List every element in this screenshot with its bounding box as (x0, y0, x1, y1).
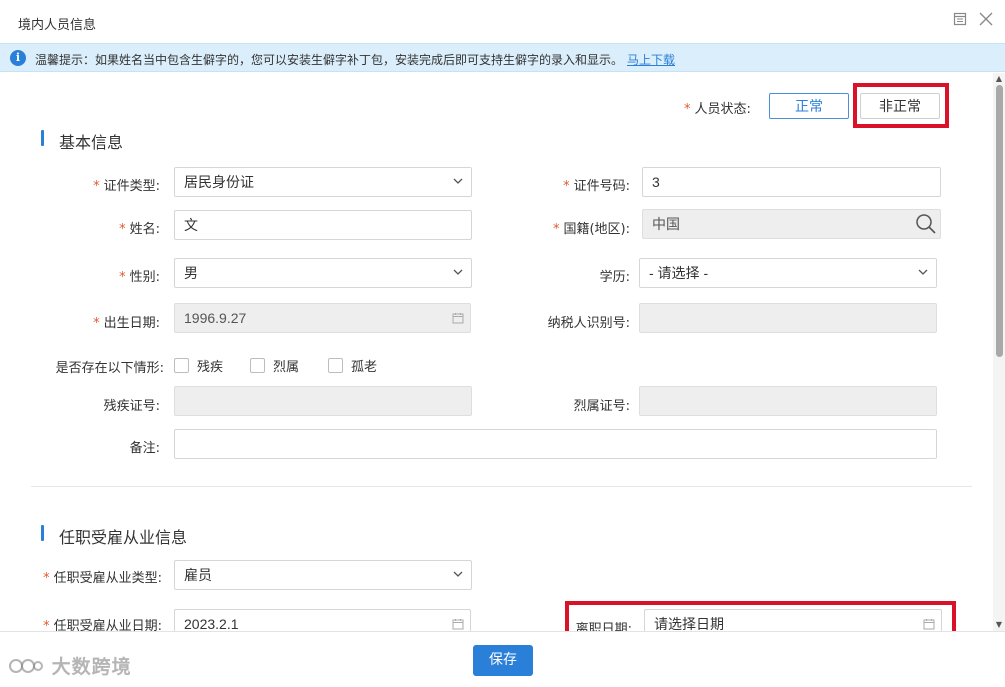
checkbox-lonely-elderly[interactable]: 孤老 (328, 356, 377, 375)
checkbox-box[interactable] (250, 358, 265, 373)
search-icon[interactable] (914, 212, 938, 236)
form-content: * 人员状态: 正常 非正常 基本信息 * 证件类型: 居民身份证 * 证件号码: 3… (0, 73, 993, 631)
employment-date-label: * 任职受雇从业日期: (20, 615, 162, 631)
checkbox-disability[interactable]: 残疾 (174, 356, 223, 375)
watermark-icon (9, 659, 43, 673)
employment-type-select[interactable]: 雇员 (174, 560, 472, 590)
status-abnormal-button[interactable]: 非正常 (860, 93, 940, 119)
close-icon[interactable] (978, 12, 994, 28)
id-type-select[interactable]: 居民身份证 (174, 167, 472, 197)
scroll-up-icon[interactable]: ▲ (995, 75, 1003, 83)
disability-no-label: 残疾证号: (103, 399, 160, 414)
taxpayer-id-label: 纳税人识别号: (547, 316, 630, 331)
watermark-logo: 大数跨境 (8, 652, 132, 679)
chevron-down-icon (918, 269, 928, 275)
gender-select[interactable]: 男 (174, 258, 472, 288)
birth-date-label: * 出生日期: (93, 316, 160, 331)
section-employment-title: 任职受雇从业信息 (59, 528, 188, 547)
calendar-icon (923, 619, 935, 630)
notice-bar: i 温馨提示：如果姓名当中包含生僻字的，您可以安装生僻字补丁包，安装完成后即可支… (0, 43, 1005, 72)
checkbox-martyr-family[interactable]: 烈属 (250, 356, 299, 375)
checkbox-box[interactable] (328, 358, 343, 373)
remark-input[interactable] (174, 429, 937, 459)
employment-type-label-text: 任职受雇从业类型: (53, 571, 162, 586)
birth-date-value: 1996.9.27 (184, 310, 247, 326)
martyr-no-input[interactable] (639, 386, 937, 416)
window-title: 境内人员信息 (18, 18, 97, 33)
watermark-text: 大数跨境 (51, 656, 132, 678)
window-titlebar: 境内人员信息 (0, 0, 1005, 42)
situation-label: 是否存在以下情形: (55, 361, 164, 376)
nationality-label-text: 国籍(地区): (563, 222, 630, 237)
id-number-label-text: 证件号码: (573, 179, 630, 194)
status-normal-button[interactable]: 正常 (769, 93, 849, 119)
chevron-down-icon (453, 178, 463, 184)
birth-date-label-text: 出生日期: (103, 316, 160, 331)
checkbox-elderly-label: 孤老 (351, 360, 378, 375)
checkbox-box[interactable] (174, 358, 189, 373)
section-marker (41, 130, 44, 146)
scroll-thumb[interactable] (996, 85, 1003, 357)
vertical-scrollbar[interactable]: ▲ ▼ (993, 73, 1005, 631)
education-value: - 请选择 - (649, 265, 709, 281)
calendar-icon (452, 313, 464, 324)
nationality-value: 中国 (652, 216, 680, 232)
leave-date-input[interactable]: 请选择日期 (644, 609, 942, 631)
calendar-icon (452, 619, 464, 630)
employment-date-label-text: 任职受雇从业日期: (53, 619, 162, 631)
section-basic-title: 基本信息 (59, 133, 124, 152)
name-label-text: 姓名: (129, 222, 160, 237)
name-input[interactable]: 文 (174, 210, 472, 240)
restore-icon[interactable] (952, 12, 968, 28)
section-employment-info: 任职受雇从业信息 (41, 524, 187, 548)
name-value: 文 (184, 217, 198, 233)
scroll-down-icon[interactable]: ▼ (995, 621, 1003, 629)
person-status-label: * 人员状态: (684, 102, 751, 117)
download-link[interactable]: 马上下载 (627, 53, 675, 67)
section-basic-info: 基本信息 (41, 129, 123, 153)
id-type-label-text: 证件类型: (103, 179, 160, 194)
nationality-label: * 国籍(地区): (552, 222, 630, 237)
taxpayer-id-input[interactable] (639, 303, 937, 333)
nationality-input[interactable]: 中国 (642, 209, 941, 239)
person-status-text: 人员状态: (694, 102, 751, 117)
employment-date-value: 2023.2.1 (184, 616, 239, 631)
martyr-no-label: 烈属证号: (573, 399, 630, 414)
disability-no-input[interactable] (174, 386, 472, 416)
chevron-down-icon (453, 269, 463, 275)
name-label: * 姓名: (119, 222, 160, 237)
id-number-label: * 证件号码: (563, 179, 630, 194)
gender-value: 男 (184, 265, 198, 281)
gender-label: * 性别: (119, 270, 160, 285)
situation-checkbox-group: 残疾 烈属 孤老 (174, 356, 434, 375)
education-label: 学历: (599, 270, 630, 285)
leave-date-label: 离职日期: (575, 622, 632, 631)
employment-date-input[interactable]: 2023.2.1 (174, 609, 471, 631)
notice-text: 温馨提示：如果姓名当中包含生僻字的，您可以安装生僻字补丁包，安装完成后即可支持生… (35, 51, 675, 68)
chevron-down-icon (453, 571, 463, 577)
dialog-footer: 保存 大数跨境 (0, 631, 1005, 687)
birth-date-input[interactable]: 1996.9.27 (174, 303, 471, 333)
remark-label: 备注: (129, 441, 160, 456)
id-type-value: 居民身份证 (184, 174, 254, 190)
id-type-label: * 证件类型: (93, 179, 160, 194)
leave-date-placeholder: 请选择日期 (654, 616, 724, 631)
section-marker (41, 525, 44, 541)
checkbox-martyr-label: 烈属 (273, 360, 300, 375)
id-number-input[interactable]: 3 (642, 167, 941, 197)
checkbox-disability-label: 残疾 (197, 360, 224, 375)
employment-type-value: 雇员 (184, 567, 212, 583)
notice-message: 温馨提示：如果姓名当中包含生僻字的，您可以安装生僻字补丁包，安装完成后即可支持生… (35, 53, 624, 67)
section-divider (31, 486, 972, 487)
gender-label-text: 性别: (129, 270, 160, 285)
education-select[interactable]: - 请选择 - (639, 258, 937, 288)
employment-type-label: * 任职受雇从业类型: (43, 571, 162, 586)
id-number-value: 3 (652, 174, 660, 190)
info-icon: i (10, 50, 26, 66)
save-button[interactable]: 保存 (473, 645, 533, 676)
